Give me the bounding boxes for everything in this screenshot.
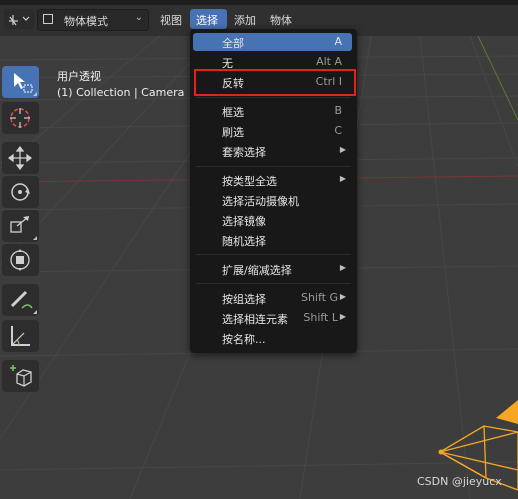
menu-item-select-all-by-type[interactable]: 按类型全选 ▶: [193, 171, 352, 189]
watermark: CSDN @jieyucx: [417, 475, 502, 488]
menu-item-select-active-camera[interactable]: 选择活动摄像机: [193, 191, 352, 209]
tool-rotate[interactable]: [2, 176, 39, 208]
menu-item-select-grouped[interactable]: 按组选择 Shift G ▶: [193, 289, 352, 307]
menu-item-select-more-less[interactable]: 扩展/缩减选择 ▶: [193, 260, 352, 278]
highlight-annotation-box: [194, 69, 356, 96]
menu-select[interactable]: 选择: [196, 12, 218, 28]
menu-item-select-linked[interactable]: 选择相连元素 Shift L ▶: [193, 309, 352, 327]
submenu-arrow-icon: ▶: [339, 292, 346, 301]
object-mode-dropdown[interactable]: 物体模式 ⌄: [37, 9, 149, 31]
tool-add-cube[interactable]: [2, 360, 39, 392]
menu-item-label: 扩展/缩减选择: [222, 264, 292, 277]
measure-icon: [11, 326, 30, 346]
menu-add[interactable]: 添加: [234, 12, 256, 28]
tool-options-corner: [33, 92, 37, 96]
menu-item-label: 随机选择: [222, 235, 266, 248]
submenu-arrow-icon: ▶: [339, 145, 346, 154]
tool-scale[interactable]: [2, 210, 39, 242]
menu-object[interactable]: 物体: [270, 12, 292, 28]
menu-item-label: 选择镜像: [222, 215, 266, 228]
chevron-down-icon: ⌄: [134, 12, 143, 23]
menu-item-label: 选择相连元素: [222, 313, 288, 326]
3d-viewport-icon: [9, 15, 30, 26]
menu-item-select-random[interactable]: 随机选择: [193, 231, 352, 249]
menu-item-shortcut: C: [334, 124, 342, 137]
add-cube-icon: [10, 365, 32, 387]
menu-view[interactable]: 视图: [160, 12, 182, 28]
tool-annotate[interactable]: [2, 284, 39, 316]
menu-item-circle-select[interactable]: 刷选 C: [193, 122, 352, 140]
menu-item-shortcut: A: [334, 35, 342, 48]
menu-item-label: 按名称...: [222, 333, 266, 346]
tool-select-box[interactable]: [2, 66, 39, 98]
top-bar-strip: [0, 0, 518, 5]
object-mode-icon: [43, 14, 53, 24]
menu-item-label: 全部: [222, 37, 244, 50]
menu-item-lasso-select[interactable]: 套索选择 ▶: [193, 142, 352, 160]
tool-transform[interactable]: [2, 244, 39, 276]
menu-item-shortcut: Shift G: [300, 291, 338, 304]
submenu-arrow-icon: ▶: [339, 174, 346, 183]
menu-item-shortcut: B: [334, 104, 342, 117]
menu-separator: [196, 166, 351, 167]
menu-item-shortcut: Shift L: [303, 311, 338, 324]
transform-icon: [10, 249, 30, 271]
menu-separator: [196, 97, 351, 98]
menu-separator: [196, 254, 351, 255]
menu-item-label: 按类型全选: [222, 175, 277, 188]
tool-move[interactable]: [2, 142, 39, 174]
collection-info: (1) Collection | Camera: [57, 86, 185, 99]
menu-item-label: 选择活动摄像机: [222, 195, 299, 208]
menu-item-label: 框选: [222, 106, 244, 119]
menu-item-shortcut: Alt A: [316, 55, 342, 68]
menu-item-select-mirror[interactable]: 选择镜像: [193, 211, 352, 229]
object-mode-label: 物体模式: [64, 15, 108, 28]
rotate-icon: [11, 183, 30, 201]
tool-measure[interactable]: [2, 320, 39, 352]
submenu-arrow-icon: ▶: [339, 263, 346, 272]
menu-item-all[interactable]: 全部 A: [193, 33, 352, 51]
submenu-arrow-icon: ▶: [339, 312, 346, 321]
menu-item-label: 刷选: [222, 126, 244, 139]
tool-cursor[interactable]: [2, 102, 39, 134]
cursor-icon: [10, 108, 30, 128]
editor-type-button[interactable]: [4, 9, 34, 29]
menu-item-label: 按组选择: [222, 293, 266, 306]
view-name: 用户透视: [57, 70, 101, 83]
tool-options-corner: [33, 310, 37, 314]
menu-item-box-select[interactable]: 框选 B: [193, 102, 352, 120]
move-icon: [7, 145, 33, 171]
menu-item-label: 套索选择: [222, 146, 266, 159]
menu-separator: [196, 283, 351, 284]
menu-item-select-by-name[interactable]: 按名称...: [193, 329, 352, 347]
tool-options-corner: [33, 236, 37, 240]
